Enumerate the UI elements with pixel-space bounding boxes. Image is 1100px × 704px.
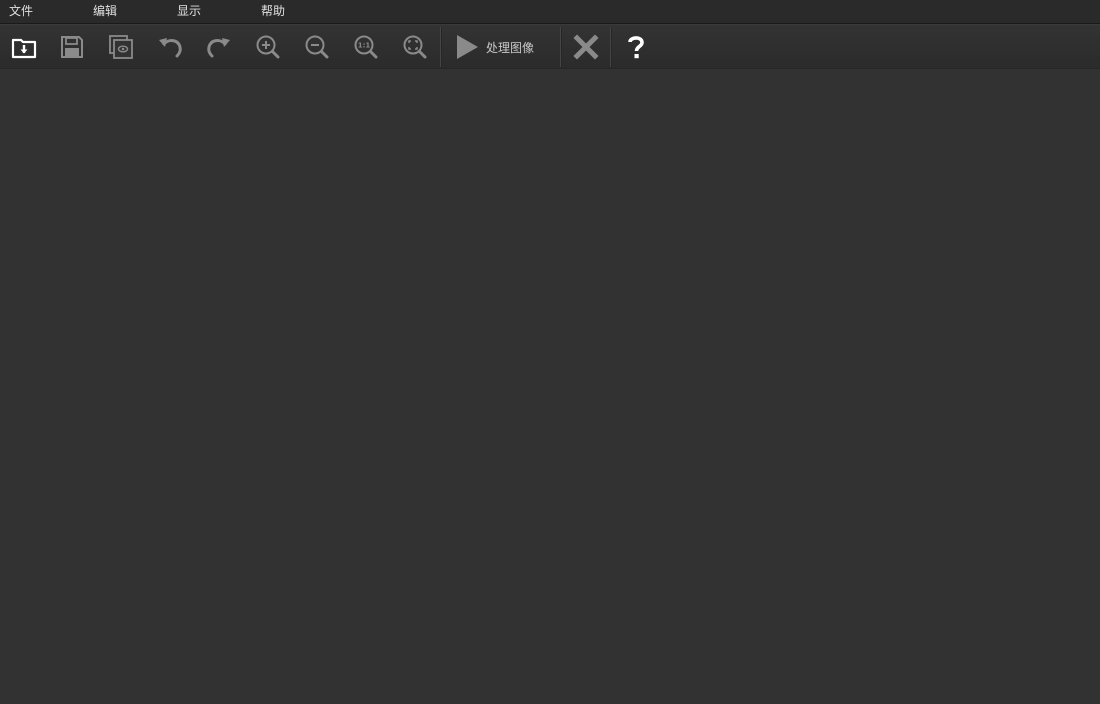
menu-view[interactable]: 显示 xyxy=(177,3,201,19)
play-icon xyxy=(457,35,478,59)
close-icon xyxy=(573,34,599,60)
toolbar-separator xyxy=(560,27,562,67)
zoom-in-icon xyxy=(256,35,280,59)
zoom-fit-icon xyxy=(403,35,427,59)
preview-layers-icon xyxy=(109,35,133,59)
folder-download-icon xyxy=(11,38,37,59)
zoom-out-icon xyxy=(305,35,329,59)
zoom-actual-size-button[interactable]: 1:1 xyxy=(348,25,384,69)
redo-icon xyxy=(207,38,230,58)
process-image-label: 处理图像 xyxy=(486,40,535,55)
zoom-actual-size-text: 1:1 xyxy=(358,42,371,50)
menu-help[interactable]: 帮助 xyxy=(261,3,285,19)
redo-button[interactable] xyxy=(201,25,237,69)
open-button[interactable] xyxy=(6,25,42,69)
zoom-out-button[interactable] xyxy=(299,25,335,69)
zoom-actual-size-icon: 1:1 xyxy=(354,35,378,59)
close-button[interactable] xyxy=(568,25,604,69)
undo-icon xyxy=(159,38,182,58)
toolbar-separator xyxy=(440,27,442,67)
menu-bar: 文件 编辑 显示 帮助 xyxy=(0,0,1100,24)
app-window: 文件 编辑 显示 帮助 1:1 处理图像 xyxy=(0,0,1100,704)
preview-button[interactable] xyxy=(103,25,139,69)
save-button[interactable] xyxy=(54,25,90,69)
toolbar-separator xyxy=(610,27,612,67)
toolbar: 1:1 处理图像 xyxy=(0,24,1100,69)
help-icon xyxy=(628,36,644,59)
process-image-button[interactable]: 处理图像 xyxy=(452,25,552,69)
zoom-in-button[interactable] xyxy=(250,25,286,69)
help-button[interactable] xyxy=(618,25,654,69)
zoom-fit-button[interactable] xyxy=(397,25,433,69)
image-canvas[interactable] xyxy=(0,69,1100,704)
menu-edit[interactable]: 编辑 xyxy=(93,3,117,19)
save-icon xyxy=(61,36,83,58)
undo-button[interactable] xyxy=(152,25,188,69)
menu-file[interactable]: 文件 xyxy=(9,3,33,19)
